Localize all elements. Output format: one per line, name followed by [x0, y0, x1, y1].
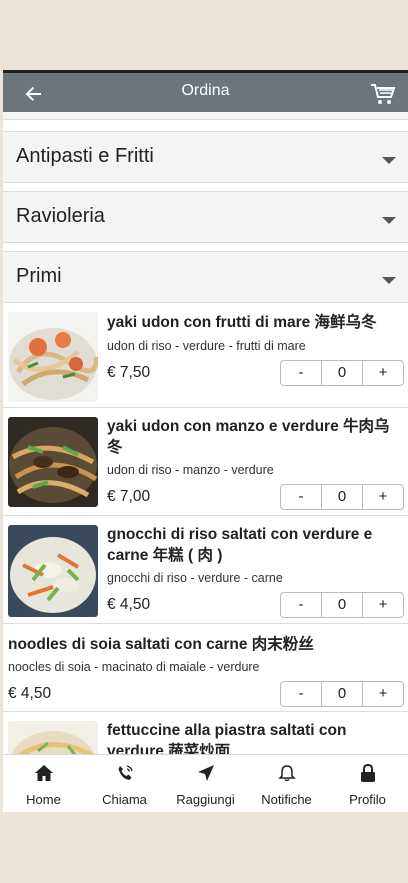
tab-profile[interactable]: Profilo: [327, 755, 408, 812]
quantity-value: 0: [321, 361, 363, 385]
category-label: Primi: [16, 265, 62, 287]
tab-home[interactable]: Home: [3, 755, 84, 812]
tab-directions[interactable]: Raggiungi: [165, 755, 246, 812]
tab-call[interactable]: Chiama: [84, 755, 165, 812]
quantity-stepper: - 0 +: [280, 484, 404, 510]
menu-item: noodles di soia saltati con carne 肉末粉丝 n…: [3, 624, 408, 712]
tab-label: Profilo: [349, 792, 386, 807]
caret-down-icon: [382, 217, 396, 224]
decrease-button[interactable]: -: [281, 361, 321, 385]
menu-item: fettuccine alla piastra saltati con verd…: [3, 712, 408, 754]
tab-label: Notifiche: [261, 792, 312, 807]
item-price: € 4,50: [107, 596, 151, 613]
quantity-stepper: - 0 +: [280, 360, 404, 386]
menu-item: yaki udon con manzo e verdure 牛肉乌冬 udon …: [3, 408, 408, 516]
bottom-tab-bar: Home Chiama Raggiungi Notifiche Profilo: [3, 754, 408, 812]
home-icon: [34, 765, 53, 781]
decrease-button[interactable]: -: [281, 485, 321, 509]
top-bar: Ordina: [3, 70, 408, 112]
cart-icon[interactable]: [370, 82, 396, 106]
decrease-button[interactable]: -: [281, 682, 321, 706]
category-ravioleria[interactable]: Ravioleria: [3, 191, 408, 243]
dish-image: [8, 417, 98, 507]
item-price: € 7,50: [107, 364, 151, 381]
page-title: Ordina: [181, 82, 230, 99]
quantity-value: 0: [321, 682, 363, 706]
caret-down-icon: [382, 157, 396, 164]
bell-icon: [277, 765, 296, 782]
increase-button[interactable]: +: [363, 593, 403, 617]
item-description: udon di riso - manzo - verdure: [107, 463, 274, 477]
dish-image: [8, 312, 98, 402]
category-label: Antipasti e Fritti: [16, 145, 154, 167]
category-antipasti[interactable]: Antipasti e Fritti: [3, 131, 408, 183]
dish-image: [8, 525, 98, 617]
item-price: € 7,00: [107, 488, 151, 505]
quantity-value: 0: [321, 485, 363, 509]
item-name: gnocchi di riso saltati con verdure e ca…: [107, 526, 373, 564]
app-screen: Ordina Antipasti e Fritti Ravioleria Pri…: [3, 70, 408, 812]
tab-label: Home: [26, 792, 61, 807]
menu-item: gnocchi di riso saltati con verdure e ca…: [3, 516, 408, 624]
item-description: noocles di soia - macinato di maiale - v…: [8, 660, 260, 674]
item-description: gnocchi di riso - verdure - carne: [107, 571, 283, 585]
item-name: fettuccine alla piastra saltati con verd…: [107, 722, 347, 754]
lock-icon: [360, 764, 375, 782]
item-name: yaki udon con manzo e verdure 牛肉乌冬: [107, 418, 390, 456]
dish-image: [8, 721, 98, 754]
item-name: noodles di soia saltati con carne 肉末粉丝: [8, 636, 314, 653]
menu-list[interactable]: Antipasti e Fritti Ravioleria Primi yaki…: [3, 112, 408, 754]
quantity-stepper: - 0 +: [280, 592, 404, 618]
tab-notifications[interactable]: Notifiche: [246, 755, 327, 812]
menu-item: yaki udon con frutti di mare 海鲜乌冬 udon d…: [3, 303, 408, 408]
quantity-value: 0: [321, 593, 363, 617]
decrease-button[interactable]: -: [281, 593, 321, 617]
category-stub: [3, 112, 408, 120]
item-price: € 4,50: [8, 685, 52, 702]
location-arrow-icon: [197, 765, 214, 781]
item-name: yaki udon con frutti di mare 海鲜乌冬: [107, 314, 377, 331]
tab-label: Chiama: [102, 792, 147, 807]
increase-button[interactable]: +: [363, 485, 403, 509]
increase-button[interactable]: +: [363, 682, 403, 706]
item-description: udon di riso - verdure - frutti di mare: [107, 339, 306, 353]
increase-button[interactable]: +: [363, 361, 403, 385]
phone-icon: [118, 765, 133, 780]
quantity-stepper: - 0 +: [280, 681, 404, 707]
category-label: Ravioleria: [16, 205, 105, 227]
tab-label: Raggiungi: [176, 792, 235, 807]
caret-down-icon: [382, 277, 396, 284]
category-primi[interactable]: Primi: [3, 251, 408, 303]
